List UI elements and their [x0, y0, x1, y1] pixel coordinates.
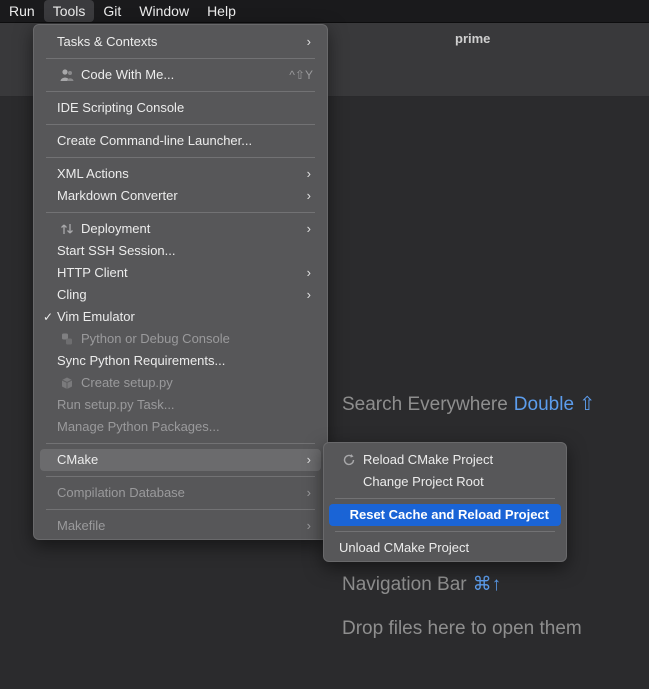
menu-tools[interactable]: Tools	[43, 0, 95, 22]
cmake-submenu: Reload CMake Project Change Project Root…	[323, 442, 567, 562]
menu-item-markdown-converter[interactable]: Markdown Converter ›	[40, 185, 321, 207]
hint-text: Navigation Bar	[342, 574, 467, 595]
menu-item-label: Create setup.py	[81, 375, 173, 390]
blank-icon	[342, 475, 356, 489]
menu-item-label: Code With Me...	[81, 67, 175, 82]
menu-run[interactable]: Run	[0, 0, 44, 22]
menu-item-label: Vim Emulator	[57, 309, 135, 324]
menu-separator	[46, 124, 315, 125]
tools-menu: Tasks & Contexts › Code With Me... ^⇧Y I…	[33, 24, 328, 540]
chevron-right-icon: ›	[306, 485, 311, 500]
menu-item-label: Python or Debug Console	[81, 331, 230, 346]
menu-item-label: XML Actions	[57, 166, 129, 181]
menu-item-cmake[interactable]: CMake ›	[40, 449, 321, 471]
menu-item-label: HTTP Client	[57, 265, 128, 280]
menu-item-unload-cmake-project[interactable]: Unload CMake Project	[329, 537, 561, 559]
menu-item-label: Create Command-line Launcher...	[57, 133, 253, 148]
menu-item-ide-scripting-console[interactable]: IDE Scripting Console	[40, 97, 321, 119]
menu-item-label: Deployment	[81, 221, 151, 236]
menu-item-start-ssh[interactable]: Start SSH Session...	[40, 240, 321, 262]
hint-drop-files: Drop files here to open them	[342, 618, 582, 640]
checkmark-icon: ✓	[43, 310, 54, 324]
menu-item-python-console: Python or Debug Console	[40, 328, 321, 350]
menu-item-reset-cache-reload[interactable]: Reset Cache and Reload Project	[329, 504, 561, 526]
menu-item-label: Markdown Converter	[57, 188, 178, 203]
menu-separator	[335, 531, 555, 532]
menu-item-change-project-root[interactable]: Change Project Root	[329, 471, 561, 493]
menu-item-deployment[interactable]: Deployment ›	[40, 218, 321, 240]
chevron-right-icon: ›	[306, 287, 311, 302]
menu-separator	[46, 476, 315, 477]
menu-item-makefile: Makefile ›	[40, 515, 321, 537]
hint-text: Search Everywhere	[342, 394, 508, 415]
hint-search-everywhere: Search Everywhere Double ⇧	[342, 393, 595, 416]
menu-item-tasks-contexts[interactable]: Tasks & Contexts ›	[40, 31, 321, 53]
menu-separator	[46, 157, 315, 158]
menu-item-label: Tasks & Contexts	[57, 34, 158, 49]
menu-separator	[335, 498, 555, 499]
menu-item-label: Makefile	[57, 518, 106, 533]
menu-item-cling[interactable]: Cling ›	[40, 284, 321, 306]
package-icon	[61, 377, 73, 389]
hint-shortcut: Double ⇧	[513, 394, 596, 415]
menu-item-run-setup-py: Run setup.py Task...	[40, 394, 321, 416]
menu-separator	[46, 91, 315, 92]
menu-item-xml-actions[interactable]: XML Actions ›	[40, 163, 321, 185]
menu-item-label: Run setup.py Task...	[57, 397, 175, 412]
editor-empty-state: Search Everywhere Double ⇧ Navigation Bar…	[342, 0, 649, 689]
menu-item-reload-cmake-project[interactable]: Reload CMake Project	[329, 449, 561, 471]
hint-shortcut: ⌘↑	[472, 574, 502, 595]
menu-separator	[46, 58, 315, 59]
deploy-icon	[61, 224, 73, 234]
chevron-right-icon: ›	[306, 188, 311, 203]
user-icon	[60, 69, 74, 81]
hint-navigation-bar: Navigation Bar ⌘↑	[342, 573, 501, 596]
menu-item-compilation-database: Compilation Database ›	[40, 482, 321, 504]
menu-item-label: Reset Cache and Reload Project	[349, 507, 549, 522]
menu-item-sync-python-requirements[interactable]: Sync Python Requirements...	[40, 350, 321, 372]
chevron-right-icon: ›	[306, 518, 311, 533]
menu-item-shortcut: ^⇧Y	[289, 68, 313, 82]
menu-item-create-launcher[interactable]: Create Command-line Launcher...	[40, 130, 321, 152]
menu-item-label: Manage Python Packages...	[57, 419, 220, 434]
menu-git[interactable]: Git	[94, 0, 130, 22]
hint-text: Drop files here to open them	[342, 618, 582, 639]
menu-item-vim-emulator[interactable]: ✓ Vim Emulator	[40, 306, 321, 328]
menu-item-label: Reload CMake Project	[363, 452, 494, 467]
menu-item-label: Unload CMake Project	[339, 540, 470, 555]
python-icon	[62, 333, 72, 345]
menu-item-label: Start SSH Session...	[57, 243, 176, 258]
menu-item-label: Cling	[57, 287, 87, 302]
menu-help[interactable]: Help	[198, 0, 245, 22]
menu-separator	[46, 443, 315, 444]
menu-item-http-client[interactable]: HTTP Client ›	[40, 262, 321, 284]
menu-item-label: Compilation Database	[57, 485, 185, 500]
chevron-right-icon: ›	[306, 452, 311, 467]
menu-item-label: Change Project Root	[363, 474, 484, 489]
menu-item-label: Sync Python Requirements...	[57, 353, 226, 368]
chevron-right-icon: ›	[306, 265, 311, 280]
chevron-right-icon: ›	[306, 34, 311, 49]
reload-icon	[343, 454, 355, 466]
chevron-right-icon: ›	[306, 166, 311, 181]
menu-item-code-with-me[interactable]: Code With Me... ^⇧Y	[40, 64, 321, 86]
menu-item-create-setup-py: Create setup.py	[40, 372, 321, 394]
menu-item-manage-python-packages: Manage Python Packages...	[40, 416, 321, 438]
reset-icon	[342, 514, 343, 516]
menu-window[interactable]: Window	[130, 0, 198, 22]
menu-item-label: CMake	[57, 452, 99, 467]
menu-separator	[46, 509, 315, 510]
menu-separator	[46, 212, 315, 213]
chevron-right-icon: ›	[306, 221, 311, 236]
menu-item-label: IDE Scripting Console	[57, 100, 185, 115]
